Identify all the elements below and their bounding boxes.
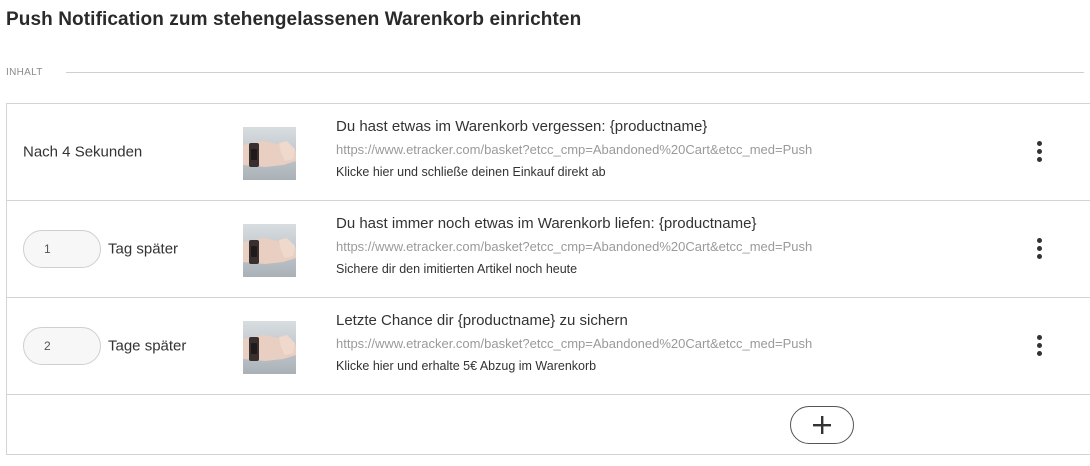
notification-url: https://www.etracker.com/basket?etcc_cmp… xyxy=(336,239,813,254)
notification-title: Letzte Chance dir {productname} zu siche… xyxy=(336,312,628,329)
notification-row: Nach 4 Sekunden Du hast etwas im Warenko… xyxy=(7,104,1090,201)
delay-value-input[interactable]: 2 xyxy=(23,327,101,365)
product-thumbnail xyxy=(243,127,296,180)
notification-title: Du hast immer noch etwas im Warenkorb li… xyxy=(336,215,757,232)
more-vertical-icon[interactable] xyxy=(1029,333,1051,359)
section-divider xyxy=(66,72,1084,73)
more-vertical-icon[interactable] xyxy=(1029,236,1051,262)
delay-unit-label: Tage später xyxy=(108,337,187,355)
section-label: INHALT xyxy=(6,67,43,78)
notification-body: Klicke hier und schließe deinen Einkauf … xyxy=(336,165,606,179)
notification-url: https://www.etracker.com/basket?etcc_cmp… xyxy=(336,336,813,351)
notification-body: Klicke hier und erhalte 5€ Abzug im Ware… xyxy=(336,359,597,373)
plus-icon xyxy=(813,416,831,434)
product-thumbnail xyxy=(243,224,296,277)
add-notification-button[interactable] xyxy=(790,406,854,444)
notification-row: 2 Tage später Letzte Chance dir {product… xyxy=(7,298,1090,395)
delay-value-input[interactable]: 1 xyxy=(23,230,101,268)
product-thumbnail xyxy=(243,321,296,374)
notification-row: 1 Tag später Du hast immer noch etwas im… xyxy=(7,201,1090,298)
delay-unit-label: Tag später xyxy=(108,240,179,258)
notification-table: Nach 4 Sekunden Du hast etwas im Warenko… xyxy=(6,103,1090,455)
more-vertical-icon[interactable] xyxy=(1029,139,1051,165)
notification-url: https://www.etracker.com/basket?etcc_cmp… xyxy=(336,142,813,157)
delay-label: Nach 4 Sekunden xyxy=(23,143,143,161)
page-title: Push Notification zum stehengelassenen W… xyxy=(6,9,582,30)
notification-body: Sichere dir den imitierten Artikel noch … xyxy=(336,262,578,276)
notification-title: Du hast etwas im Warenkorb vergessen: {p… xyxy=(336,118,708,135)
